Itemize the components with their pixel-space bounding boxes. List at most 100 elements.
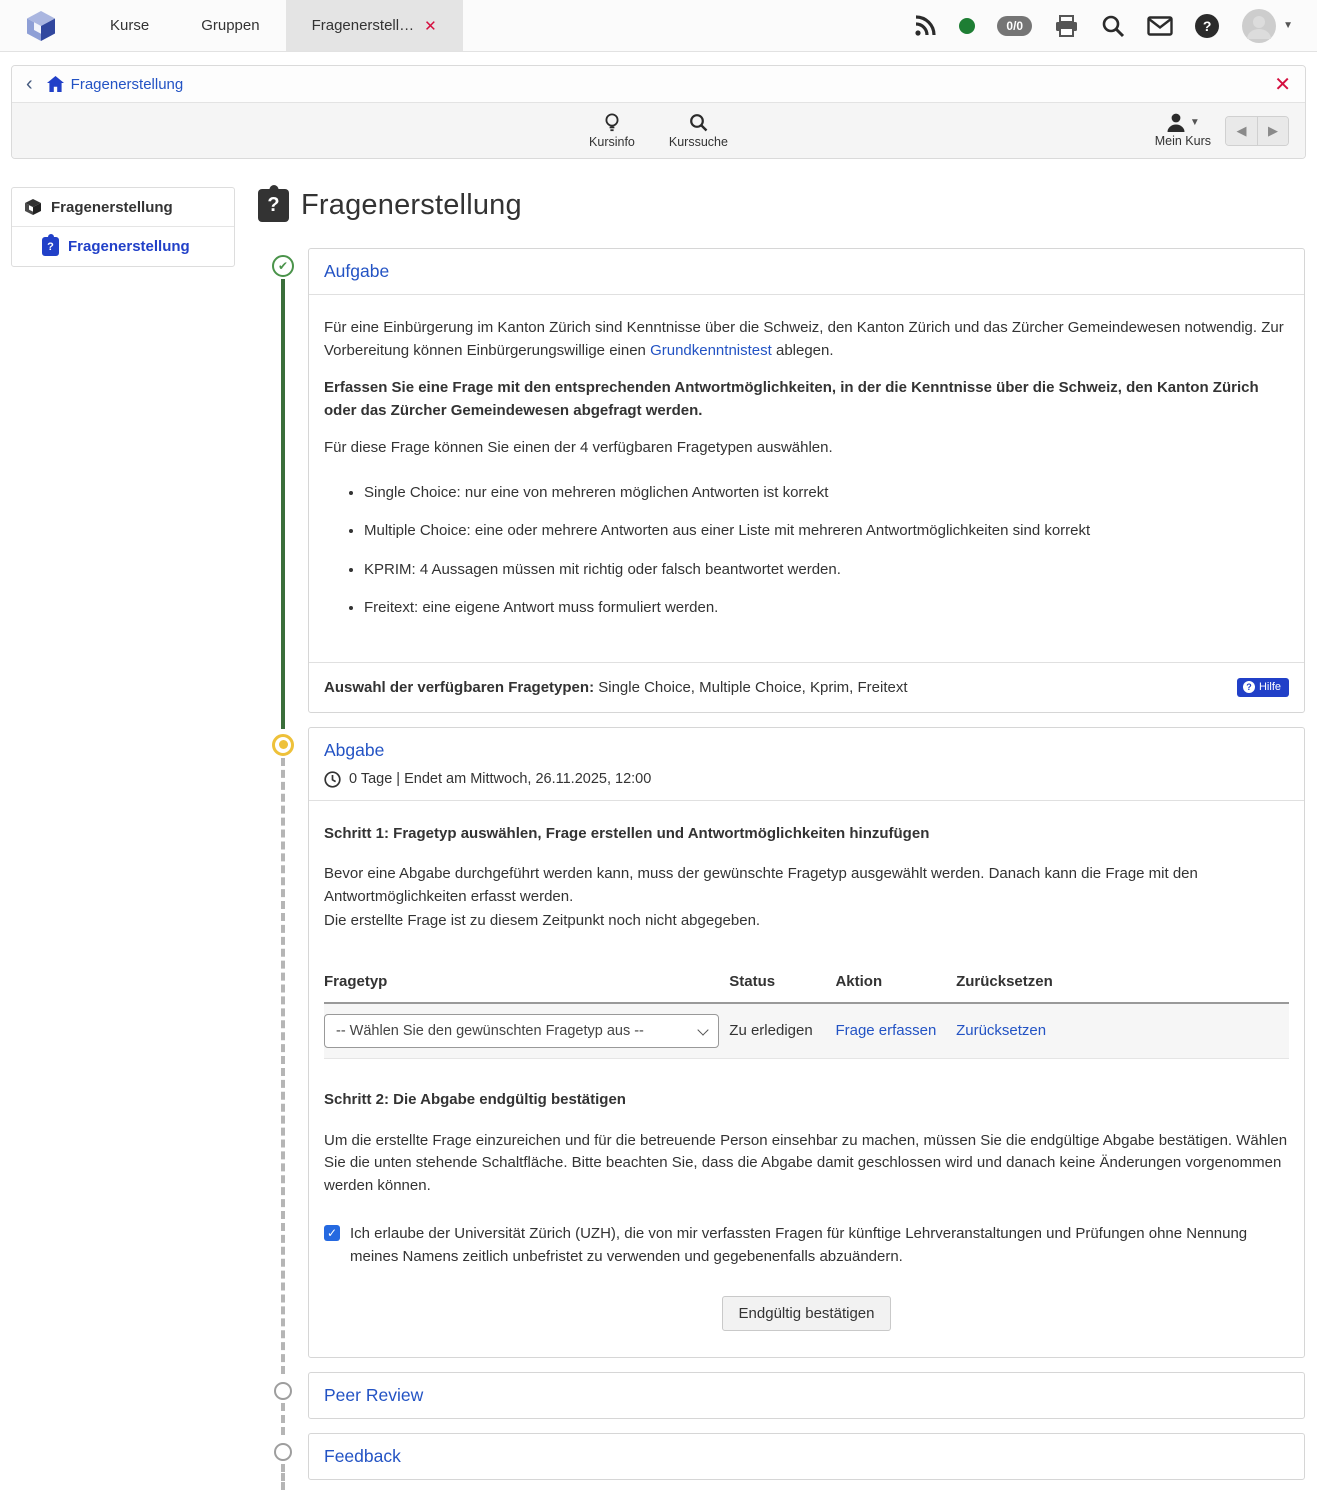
aufgabe-title[interactable]: Aufgabe	[324, 261, 389, 281]
online-status-dot	[959, 18, 975, 34]
consent-checkbox[interactable]: ✓	[324, 1225, 340, 1241]
kurssuche-button[interactable]: Kurssuche	[669, 113, 728, 149]
abgabe-panel: Abgabe 0 Tage | Endet am Mittwoch, 26.11…	[308, 727, 1305, 1359]
close-icon[interactable]: ✕	[1274, 72, 1291, 97]
lightbulb-icon	[603, 113, 621, 132]
step-feedback: Feedback	[258, 1433, 1305, 1480]
deadline-text: 0 Tage | Endet am Mittwoch, 26.11.2025, …	[349, 771, 651, 787]
hilfe-label: Hilfe	[1259, 681, 1281, 693]
olat-cube-logo-icon	[24, 9, 58, 43]
chat-counter-badge[interactable]: 0/0	[997, 16, 1032, 36]
task-clipboard-icon: ?	[42, 237, 59, 256]
course-run-area: ? Fragenerstellung ✔ Aufgabe Für eine Ei…	[258, 187, 1306, 1494]
task-clipboard-icon: ?	[258, 189, 289, 222]
column-header-zuruecksetzen: Zurücksetzen	[956, 963, 1289, 1004]
print-icon[interactable]	[1054, 14, 1079, 38]
list-item: Single Choice: nur eine von mehreren mög…	[364, 482, 1289, 505]
step-done-icon: ✔	[272, 255, 294, 277]
search-icon[interactable]	[1101, 14, 1125, 38]
schritt2-text: Um die erstellte Frage einzureichen und …	[324, 1130, 1289, 1198]
tab-gruppen[interactable]: Gruppen	[175, 0, 285, 51]
aufgabe-panel: Aufgabe Für eine Einbürgerung im Kanton …	[308, 248, 1305, 713]
fragetyp-select[interactable]: -- Wählen Sie den gewünschten Fragetyp a…	[324, 1014, 719, 1048]
rss-feed-icon[interactable]	[913, 14, 937, 38]
tab-kurse[interactable]: Kurse	[84, 0, 175, 51]
tab-gruppen-label: Gruppen	[201, 17, 259, 34]
sidebar-item-fragenerstellung[interactable]: ? Fragenerstellung	[12, 227, 234, 266]
question-icon: ?	[1243, 681, 1255, 693]
schritt1-text: Bevor eine Abgabe durchgeführt werden ka…	[324, 863, 1289, 908]
peer-review-title[interactable]: Peer Review	[324, 1385, 423, 1405]
peer-review-panel: Peer Review	[308, 1372, 1305, 1419]
tab-close-icon[interactable]: ✕	[424, 17, 437, 35]
user-menu[interactable]: ▼	[1241, 8, 1293, 44]
schritt1-title: Schritt 1: Fragetyp auswählen, Frage ers…	[324, 823, 1289, 846]
status-cell: Zu erledigen	[729, 1003, 835, 1059]
timeline-segment	[281, 1403, 285, 1435]
list-item: KPRIM: 4 Aussagen müssen mit richtig ode…	[364, 559, 1289, 582]
cube-icon	[24, 198, 42, 216]
course-menu: Fragenerstellung ? Fragenerstellung	[11, 187, 235, 1494]
clock-icon	[324, 771, 341, 788]
schritt1-text2: Die erstellte Frage ist zu diesem Zeitpu…	[324, 910, 1289, 933]
fragetypen-value: Single Choice, Multiple Choice, Kprim, F…	[594, 679, 907, 696]
aufgabe-instruction: Erfassen Sie eine Frage mit den entsprec…	[324, 377, 1289, 422]
step-todo-icon	[274, 1382, 292, 1400]
step-todo-icon	[274, 1443, 292, 1461]
top-navbar: Kurse Gruppen Fragenerstell… ✕ 0/0 ?	[0, 0, 1317, 52]
list-item: Freitext: eine eigene Antwort muss formu…	[364, 597, 1289, 620]
chevron-down-icon: ▼	[1283, 20, 1293, 31]
breadcrumb-course[interactable]: Fragenerstellung	[47, 76, 184, 93]
consent-label[interactable]: Ich erlaube der Universität Zürich (UZH)…	[350, 1223, 1270, 1268]
table-row: -- Wählen Sie den gewünschten Fragetyp a…	[324, 1003, 1289, 1059]
sidebar-item-course-root[interactable]: Fragenerstellung	[12, 188, 234, 227]
abgabe-title[interactable]: Abgabe	[324, 740, 384, 760]
feedback-panel: Feedback	[308, 1433, 1305, 1480]
schritt2-title: Schritt 2: Die Abgabe endgültig bestätig…	[324, 1089, 1289, 1112]
help-icon[interactable]: ?	[1195, 14, 1219, 38]
step-aufgabe: ✔ Aufgabe Für eine Einbürgerung im Kanto…	[258, 248, 1305, 713]
app-logo[interactable]	[0, 0, 84, 51]
breadcrumb: ‹ Fragenerstellung ✕	[12, 66, 1305, 103]
frage-erfassen-link[interactable]: Frage erfassen	[835, 1022, 936, 1039]
step-active-icon	[272, 734, 294, 756]
timeline-segment	[281, 279, 285, 729]
fragetypen-label: Auswahl der verfügbaren Fragetypen:	[324, 679, 594, 696]
tab-kurse-label: Kurse	[110, 17, 149, 34]
mail-icon[interactable]	[1147, 16, 1173, 36]
main-tabs: Kurse Gruppen Fragenerstell… ✕	[84, 0, 463, 51]
hilfe-button[interactable]: ? Hilfe	[1237, 678, 1289, 697]
fragetyp-table: Fragetyp Status Aktion Zurücksetzen	[324, 963, 1289, 1060]
tab-fragenerstellung-label: Fragenerstell…	[312, 17, 415, 34]
breadcrumb-label: Fragenerstellung	[71, 76, 184, 93]
step-abgabe: Abgabe 0 Tage | Endet am Mittwoch, 26.11…	[258, 727, 1305, 1359]
course-toolbar: Kursinfo Kurssuche ▼ Mein Kurs	[12, 103, 1305, 158]
aufgabe-intro: Für eine Einbürgerung im Kanton Zürich s…	[324, 317, 1289, 362]
column-header-aktion: Aktion	[835, 963, 956, 1004]
home-icon	[47, 76, 64, 92]
avatar	[1241, 8, 1277, 44]
sidebar-item-label: Fragenerstellung	[51, 199, 173, 216]
feedback-title[interactable]: Feedback	[324, 1446, 401, 1466]
page-title: Fragenerstellung	[301, 189, 522, 222]
timeline-segment	[281, 1464, 285, 1490]
zuruecksetzen-link[interactable]: Zurücksetzen	[956, 1022, 1046, 1039]
sidebar-item-label: Fragenerstellung	[68, 238, 190, 255]
intro-text-end: ablegen.	[772, 342, 834, 359]
grundkenntnistest-link[interactable]: Grundkenntnistest	[650, 342, 772, 359]
back-chevron-icon[interactable]: ‹	[26, 74, 33, 94]
timeline-segment	[281, 758, 285, 1375]
kursinfo-button[interactable]: Kursinfo	[589, 113, 635, 149]
search-icon	[689, 113, 708, 132]
course-header: ‹ Fragenerstellung ✕ Kursinfo	[11, 65, 1306, 159]
list-item: Multiple Choice: eine oder mehrere Antwo…	[364, 520, 1289, 543]
kurssuche-label: Kurssuche	[669, 135, 728, 149]
column-header-status: Status	[729, 963, 835, 1004]
column-header-fragetyp: Fragetyp	[324, 963, 729, 1004]
endgueltig-bestaetigen-button[interactable]: Endgültig bestätigen	[722, 1296, 892, 1331]
aufgabe-types-intro: Für diese Frage können Sie einen der 4 v…	[324, 437, 1289, 460]
fragetyp-list: Single Choice: nur eine von mehreren mög…	[364, 482, 1289, 620]
kursinfo-label: Kursinfo	[589, 135, 635, 149]
step-peer-review: Peer Review	[258, 1372, 1305, 1419]
tab-fragenerstellung[interactable]: Fragenerstell… ✕	[286, 0, 463, 51]
